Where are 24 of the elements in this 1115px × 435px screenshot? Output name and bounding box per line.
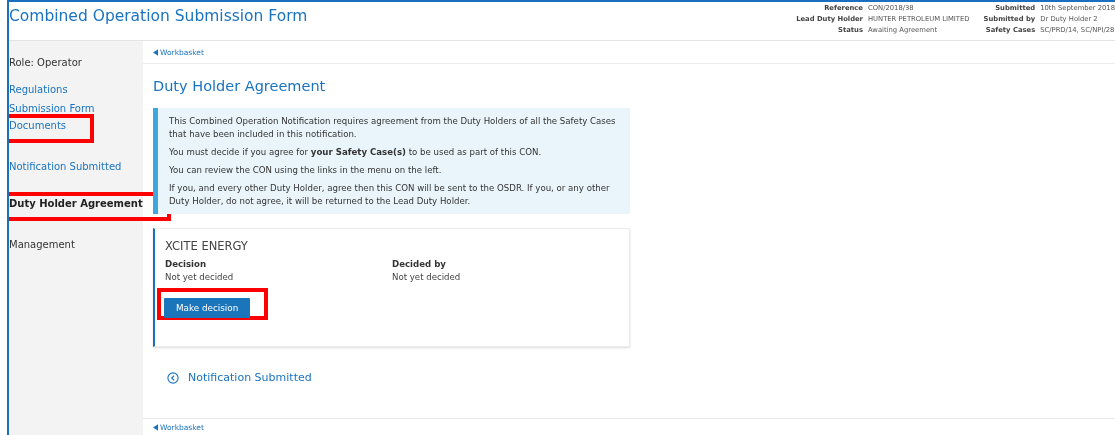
sidebar-link[interactable]: Submission Form [9,99,95,118]
sidebar-link[interactable]: Notification Submitted [9,157,122,176]
notification-submitted-link[interactable]: Notification Submitted [167,371,630,384]
back-triangle-icon [153,48,158,56]
role-label: Role: Operator [9,57,83,68]
field-label: Decided by [392,258,447,271]
sidebar-link[interactable]: Regulations [9,80,68,99]
sidebar-link[interactable]: Documents [9,118,67,133]
info-paragraph: You must decide if you agree for your Safety Case(s) to be used as part of this CON. [169,146,543,159]
info-paragraph: This Combined Operation Notification requires agreement from the Duty Holders of all the Safety Cases that have been included in this notification. [169,115,617,141]
back-circle-icon [167,371,179,384]
back-triangle-icon [153,423,158,431]
company-name: XCITE ENERGY [165,239,248,253]
info-paragraph: If you, and every other Duty Holder, agree then this CON will be sent to the OSDR. If you, or any other Duty Holder, do not agree, it will be returned to the Lead Duty Holder. [169,182,611,208]
make-decision-button[interactable]: Make decision [164,298,251,318]
info-paragraph: You can review the CON using the links in the menu on the left. [169,164,443,177]
field-label: Decision [165,258,208,271]
form-title: Combined Operation Submission Form [9,7,308,25]
back-link-label: Notification Submitted [188,371,312,384]
page-heading: Duty Holder Agreement [153,78,327,94]
sidebar-link[interactable]: Management [9,235,75,254]
sidebar-link[interactable]: Duty Holder Agreement [9,196,143,211]
field-value: Not yet decided [392,271,462,284]
field-value: Not yet decided [165,271,235,284]
